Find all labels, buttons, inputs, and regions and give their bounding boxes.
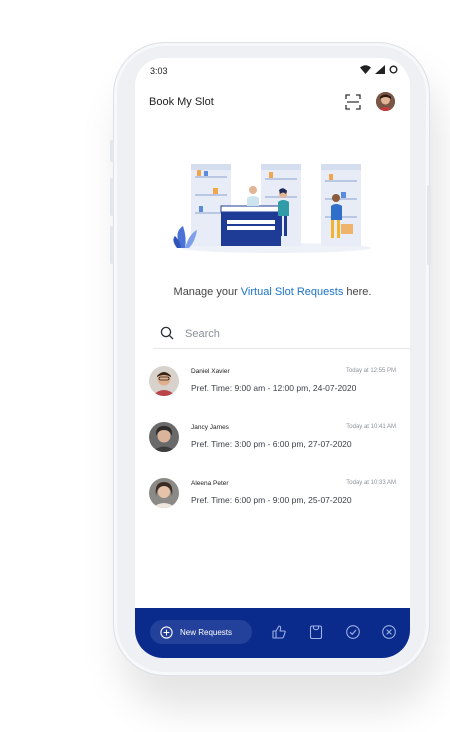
- thumbs-up-icon[interactable]: [271, 624, 287, 640]
- request-name: Aleena Peter: [191, 480, 229, 487]
- request-item[interactable]: Daniel Xavier Today at 12:55 PM Pref. Ti…: [135, 364, 410, 420]
- request-list: Daniel Xavier Today at 12:55 PM Pref. Ti…: [135, 364, 410, 532]
- user-avatar-icon: [149, 422, 179, 452]
- request-name: Daniel Xavier: [191, 368, 230, 375]
- phone-side-button: [110, 226, 114, 264]
- intro-prefix: Manage your: [173, 286, 241, 298]
- request-timestamp: Today at 10:33 AM: [346, 480, 396, 486]
- search-icon: [160, 326, 174, 340]
- avatar: [149, 366, 179, 396]
- intro-text: Manage your Virtual Slot Requests here.: [135, 286, 410, 298]
- new-requests-button[interactable]: New Requests: [150, 620, 252, 644]
- new-requests-label: New Requests: [180, 627, 233, 637]
- search-bar[interactable]: [153, 320, 410, 349]
- bottom-nav: New Requests: [135, 608, 410, 658]
- request-item[interactable]: Aleena Peter Today at 10:33 AM Pref. Tim…: [135, 476, 410, 532]
- status-bar: 3:03: [135, 58, 410, 84]
- phone-side-button: [110, 178, 114, 216]
- intro-suffix: here.: [343, 286, 372, 298]
- request-pref-time: Pref. Time: 6:00 pm - 9:00 pm, 25-07-202…: [191, 495, 352, 505]
- pharmacy-illustration: [173, 164, 371, 253]
- scan-icon[interactable]: [345, 94, 361, 110]
- user-avatar-icon: [149, 366, 179, 396]
- profile-avatar[interactable]: [376, 92, 395, 111]
- phone-side-button: [110, 140, 114, 162]
- request-timestamp: Today at 10:41 AM: [346, 424, 396, 430]
- status-icons: [360, 65, 398, 74]
- cancel-circle-icon[interactable]: [381, 624, 397, 640]
- sync-icon: [389, 65, 398, 74]
- check-circle-icon[interactable]: [345, 624, 361, 640]
- user-avatar-icon: [376, 92, 395, 111]
- bag-icon[interactable]: [308, 624, 324, 640]
- request-name: Jancy James: [191, 424, 229, 431]
- virtual-slot-requests-link[interactable]: Virtual Slot Requests: [241, 286, 344, 298]
- plus-circle-icon: [160, 625, 173, 639]
- request-item[interactable]: Jancy James Today at 10:41 AM Pref. Time…: [135, 420, 410, 476]
- status-time: 3:03: [150, 66, 168, 76]
- user-avatar-icon: [149, 478, 179, 508]
- avatar: [149, 422, 179, 452]
- search-input[interactable]: [183, 324, 387, 344]
- wifi-icon: [360, 65, 371, 74]
- app-bar: Book My Slot: [135, 88, 410, 118]
- page-title: Book My Slot: [149, 96, 214, 108]
- request-timestamp: Today at 12:55 PM: [345, 368, 396, 374]
- avatar: [149, 478, 179, 508]
- request-pref-time: Pref. Time: 9:00 am - 12:00 pm, 24-07-20…: [191, 383, 357, 393]
- signal-icon: [375, 65, 385, 74]
- phone-side-button: [427, 185, 431, 265]
- app-screen: 3:03 Book My Slot Manage your Virtual Sl…: [135, 58, 410, 658]
- request-pref-time: Pref. Time: 3:00 pm - 6:00 pm, 27-07-202…: [191, 439, 352, 449]
